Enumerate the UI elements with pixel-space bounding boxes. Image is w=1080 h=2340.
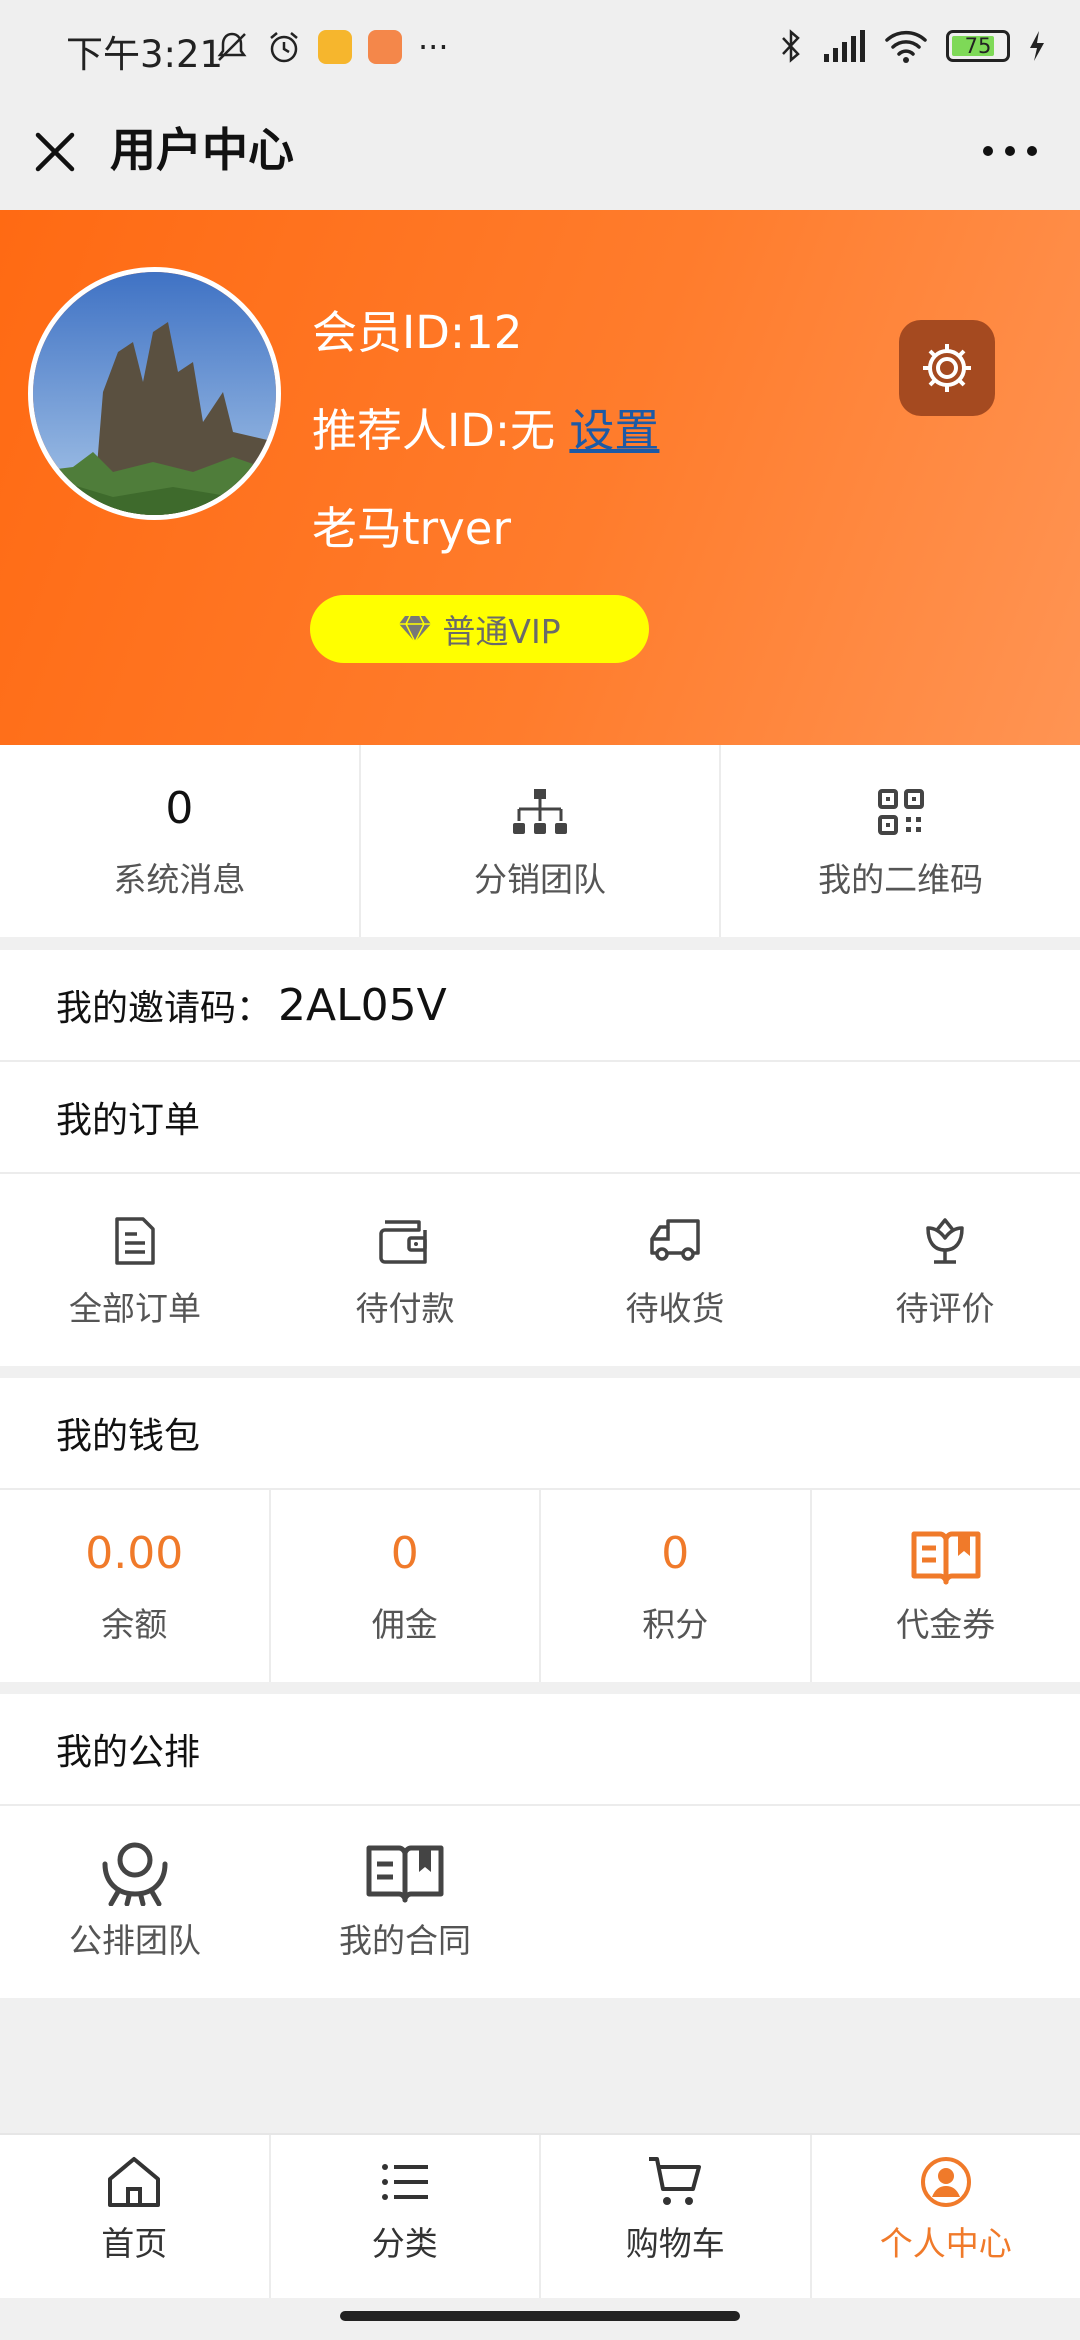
set-referrer-link[interactable]: 设置 (569, 404, 659, 457)
wallet-icon (379, 1220, 427, 1264)
open-book-icon (911, 1531, 981, 1585)
avatar-mountain-image (33, 272, 276, 515)
wallet-title: 我的钱包 (0, 1378, 1080, 1490)
referrer-row: 推荐人ID:无 设置 (312, 394, 659, 459)
tab-profile[interactable]: 个人中心 (812, 2135, 1080, 2298)
tab-cart-label: 购物车 (625, 2224, 725, 2263)
bottom-tab-bar: 首页 分类 购物车 个人中心 (0, 2133, 1080, 2298)
health-app-icon (368, 30, 402, 64)
pending-delivery-label: 待收货 (625, 1289, 725, 1328)
home-icon (108, 2157, 161, 2207)
alarm-icon (270, 32, 298, 63)
my-contract-label: 我的合同 (339, 1921, 471, 1960)
cart-icon (649, 2157, 702, 2205)
wifi-icon (885, 30, 927, 63)
vip-badge: 普通VIP (310, 595, 649, 663)
nickname: 老马tryer (312, 502, 511, 555)
all-orders-label: 全部订单 (69, 1289, 201, 1328)
user-circle-icon (920, 2157, 971, 2207)
mute-bell-icon (217, 32, 247, 61)
system-messages-button[interactable]: 0 系统消息 (0, 745, 361, 937)
pending-payment-button[interactable]: 待付款 (270, 1174, 540, 1366)
status-system-icons: 75 (778, 28, 1046, 64)
battery-level: 75 (964, 34, 992, 58)
my-qr-code-label: 我的二维码 (818, 860, 984, 899)
commission-value: 0 (390, 1528, 419, 1579)
voucher-button[interactable]: 代金券 (812, 1490, 1080, 1682)
voucher-label: 代金券 (896, 1605, 996, 1644)
status-bar: 下午3:21 ··· 75 (0, 0, 1080, 95)
diamond-icon (399, 615, 432, 644)
invite-code-label: 我的邀请码： (56, 988, 273, 1029)
invite-code-value: 2AL05V (278, 979, 447, 1031)
flower-icon (926, 1218, 964, 1264)
system-messages-count: 0 (165, 783, 194, 834)
page-title: 用户中心 (110, 123, 294, 177)
gear-icon (923, 344, 971, 392)
app-notification-icon (318, 30, 352, 64)
commission-label: 佣金 (371, 1605, 438, 1644)
balance-button[interactable]: 0.00 余额 (0, 1490, 271, 1682)
bluetooth-icon (782, 29, 800, 63)
all-orders-button[interactable]: 全部订单 (0, 1174, 270, 1366)
more-options-icon[interactable] (980, 139, 1040, 163)
balance-label: 余额 (101, 1605, 168, 1644)
points-value: 0 (661, 1528, 690, 1579)
avatar[interactable] (28, 267, 281, 520)
ranking-team-label: 公排团队 (69, 1921, 201, 1960)
ranking-team-button[interactable]: 公排团队 (0, 1806, 270, 1998)
points-button[interactable]: 0 积分 (541, 1490, 812, 1682)
pending-payment-label: 待付款 (355, 1289, 455, 1328)
signal-icon (824, 30, 865, 62)
wallet-card: 我的钱包 0.00 余额 0 佣金 0 积分 代金券 (0, 1378, 1080, 1682)
team-hands-icon (102, 1842, 168, 1906)
tab-profile-label: 个人中心 (879, 2224, 1012, 2263)
my-qr-code-button[interactable]: 我的二维码 (721, 745, 1080, 937)
contract-book-icon (366, 1845, 444, 1903)
referrer-id: 推荐人ID:无 (312, 404, 556, 457)
member-id: 会员ID:12 (312, 306, 523, 359)
pending-review-label: 待评价 (895, 1289, 995, 1328)
my-contract-button[interactable]: 我的合同 (270, 1806, 540, 1998)
battery-icon: 75 (946, 30, 1010, 62)
tab-category-label: 分类 (371, 2224, 438, 2263)
document-icon (115, 1217, 155, 1265)
balance-value: 0.00 (85, 1528, 184, 1579)
close-icon[interactable] (28, 125, 82, 179)
home-indicator[interactable] (340, 2311, 740, 2321)
public-ranking-card: 我的公排 公排团队 我的合同 (0, 1694, 1080, 1998)
public-ranking-title: 我的公排 (0, 1694, 1080, 1806)
commission-button[interactable]: 0 佣金 (271, 1490, 541, 1682)
system-messages-label: 系统消息 (113, 860, 246, 899)
qr-code-icon (877, 789, 924, 835)
points-label: 积分 (642, 1605, 709, 1644)
truck-icon (650, 1219, 700, 1261)
more-notifications-icon: ··· (418, 28, 449, 66)
tab-category[interactable]: 分类 (271, 2135, 541, 2298)
orders-card: 我的订单 全部订单 待付款 待收货 待评价 (0, 1062, 1080, 1366)
tab-home[interactable]: 首页 (0, 2135, 271, 2298)
settings-button[interactable] (899, 320, 995, 416)
distribution-team-button[interactable]: 分销团队 (361, 745, 722, 937)
profile-header: 会员ID:12 推荐人ID:无 设置 老马tryer 普通VIP (0, 210, 1080, 745)
nav-bar: 用户中心 (0, 95, 1080, 210)
distribution-team-label: 分销团队 (474, 860, 606, 899)
org-chart-icon (513, 789, 567, 834)
charging-icon (1030, 31, 1044, 61)
list-icon (381, 2164, 428, 2200)
pending-delivery-button[interactable]: 待收货 (540, 1174, 810, 1366)
shortcuts-card: 0 系统消息 分销团队 我的二维码 (0, 745, 1080, 937)
status-time: 下午3:21 (66, 33, 224, 76)
tab-cart[interactable]: 购物车 (541, 2135, 812, 2298)
tab-home-label: 首页 (101, 2224, 168, 2263)
status-notification-icons: ··· (214, 28, 449, 66)
vip-label: 普通VIP (442, 612, 561, 651)
invite-code-row: 我的邀请码： 2AL05V (0, 950, 1080, 1062)
pending-review-button[interactable]: 待评价 (810, 1174, 1080, 1366)
orders-title: 我的订单 (0, 1062, 1080, 1174)
